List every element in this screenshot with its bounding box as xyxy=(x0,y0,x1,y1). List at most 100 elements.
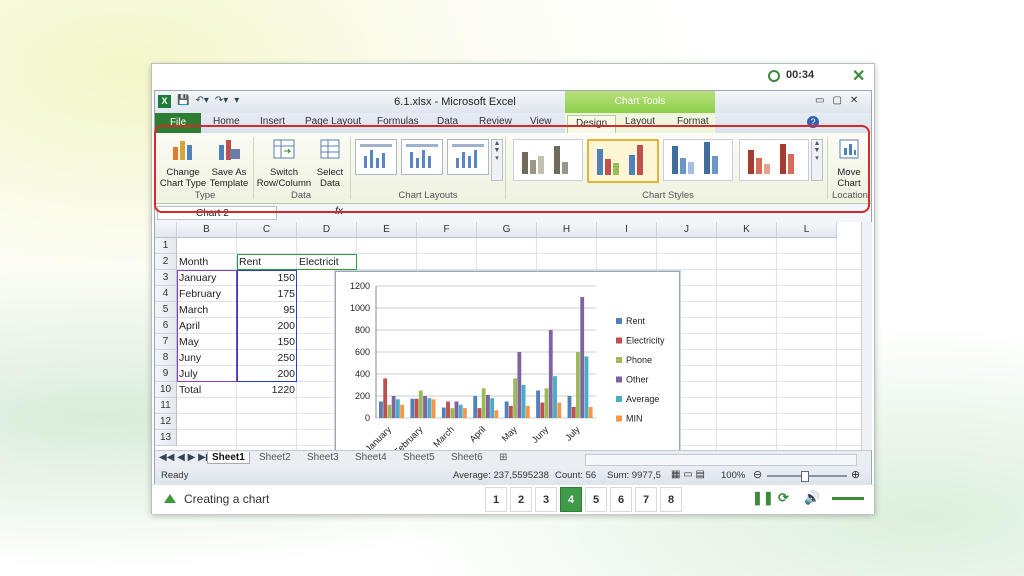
sheet-tab-2[interactable]: Sheet2 xyxy=(259,452,291,463)
column-header-h[interactable]: H xyxy=(537,222,597,238)
row-header-13[interactable]: 13 xyxy=(155,430,177,446)
zoom-in-icon[interactable]: ⊕ xyxy=(851,468,860,481)
x-tick-label: Juny xyxy=(530,424,551,445)
page-8-button[interactable]: 8 xyxy=(660,487,682,512)
column-header-b[interactable]: B xyxy=(177,222,237,238)
page-6-button[interactable]: 6 xyxy=(610,487,632,512)
vertical-scrollbar[interactable] xyxy=(861,222,872,450)
bar-rent-may xyxy=(504,401,509,418)
page-4-button[interactable]: 4 xyxy=(560,487,582,512)
row-header-9[interactable]: 9 xyxy=(155,366,177,382)
legend-swatch-other xyxy=(616,376,622,383)
timer-value: 00:34 xyxy=(786,69,815,81)
bar-rent-january xyxy=(379,401,383,418)
highlight-frame xyxy=(154,125,870,213)
quick-access-toolbar: 💾 ↶▾ ↷▾ ▾ xyxy=(177,95,245,106)
status-ready: Ready xyxy=(161,470,189,481)
insert-sheet-icon[interactable]: ⊞ xyxy=(499,452,507,463)
column-header-f[interactable]: F xyxy=(417,222,477,238)
row-header-2[interactable]: 2 xyxy=(155,254,177,270)
row-header-3[interactable]: 3 xyxy=(155,270,177,286)
y-tick-label: 400 xyxy=(355,369,370,379)
sheet-tab-5[interactable]: Sheet5 xyxy=(403,452,435,463)
redo-icon[interactable]: ↷▾ xyxy=(215,95,228,106)
timer: 00:34 xyxy=(768,69,814,82)
row-header-4[interactable]: 4 xyxy=(155,286,177,302)
bar-average-march xyxy=(458,404,463,418)
column-header-k[interactable]: K xyxy=(717,222,777,238)
select-all-corner[interactable] xyxy=(155,222,177,238)
row-header-6[interactable]: 6 xyxy=(155,318,177,334)
page-1-button[interactable]: 1 xyxy=(485,487,507,512)
bar-rent-february xyxy=(410,398,415,418)
horizontal-scrollbar[interactable] xyxy=(585,454,857,466)
row-header-1[interactable]: 1 xyxy=(155,238,177,254)
bar-other-july xyxy=(580,297,585,418)
sheet-tab-4[interactable]: Sheet4 xyxy=(355,452,387,463)
pause-icon[interactable]: ❚❚ xyxy=(752,490,774,506)
bar-min-january xyxy=(400,404,405,418)
bar-electricity-january xyxy=(383,378,388,418)
replay-icon[interactable]: ⟳ xyxy=(778,490,789,506)
sheet-nav-arrows[interactable]: ◀◀ ◀ ▶ ▶▶ xyxy=(159,452,213,463)
series-name-highlight xyxy=(237,254,357,270)
sheet-tab-6[interactable]: Sheet6 xyxy=(451,452,483,463)
column-header-c[interactable]: C xyxy=(237,222,297,238)
undo-icon[interactable]: ↶▾ xyxy=(195,95,208,106)
status-bar: Ready Average: 237,5595238 Count: 56 Sum… xyxy=(155,467,871,485)
clock-icon xyxy=(768,70,780,82)
volume-icon[interactable]: 🔊 xyxy=(804,490,820,506)
row-header-5[interactable]: 5 xyxy=(155,302,177,318)
column-header-j[interactable]: J xyxy=(657,222,717,238)
y-tick-label: 200 xyxy=(355,391,370,401)
sheet-tab-3[interactable]: Sheet3 xyxy=(307,452,339,463)
lesson-title: Creating a chart xyxy=(164,492,269,506)
volume-slider[interactable] xyxy=(832,497,864,500)
legend-label-other: Other xyxy=(626,375,649,385)
embedded-chart[interactable]: 0 200 400 600 800 1000 1200 January February Marc… xyxy=(335,271,680,471)
cell-c10[interactable]: 1220 xyxy=(239,382,295,398)
row-header-10[interactable]: 10 xyxy=(155,382,177,398)
close-icon[interactable]: ✕ xyxy=(852,66,865,86)
page-2-button[interactable]: 2 xyxy=(510,487,532,512)
page-5-button[interactable]: 5 xyxy=(585,487,607,512)
y-tick-label: 800 xyxy=(355,325,370,335)
cell-b2[interactable]: Month xyxy=(179,254,235,270)
zoom-slider-thumb[interactable] xyxy=(801,471,809,482)
bar-other-juny xyxy=(548,330,553,418)
category-range-highlight xyxy=(177,270,237,382)
bar-average-april xyxy=(490,398,495,418)
zoom-out-icon[interactable]: ⊖ xyxy=(753,468,762,481)
bar-other-march xyxy=(454,401,459,418)
bar-phone-february xyxy=(418,390,423,418)
legend-label-phone: Phone xyxy=(626,355,652,365)
customize-qat-icon[interactable]: ▾ xyxy=(234,95,239,106)
row-header-12[interactable]: 12 xyxy=(155,414,177,430)
legend-swatch-electricity xyxy=(616,337,622,344)
cell-b10[interactable]: Total xyxy=(179,382,235,398)
column-header-g[interactable]: G xyxy=(477,222,537,238)
view-buttons[interactable]: ▦ ▭ ▤ xyxy=(671,469,705,480)
column-header-i[interactable]: I xyxy=(597,222,657,238)
save-icon[interactable]: 💾 xyxy=(177,95,189,106)
window-controls[interactable]: ▭▢✕ xyxy=(815,95,866,106)
bar-electricity-juny xyxy=(540,402,545,418)
bar-other-february xyxy=(423,396,427,418)
sheet-tab-1[interactable]: Sheet1 xyxy=(207,452,250,464)
bar-average-february xyxy=(427,398,432,418)
bar-phone-april xyxy=(481,388,486,418)
bar-other-april xyxy=(486,394,490,418)
excel-title-bar: X 💾 ↶▾ ↷▾ ▾ 6.1.xlsx - Microsoft Excel Char… xyxy=(155,91,871,113)
row-header-7[interactable]: 7 xyxy=(155,334,177,350)
column-header-l[interactable]: L xyxy=(777,222,837,238)
page-7-button[interactable]: 7 xyxy=(635,487,657,512)
row-header-11[interactable]: 11 xyxy=(155,398,177,414)
column-header-e[interactable]: E xyxy=(357,222,417,238)
sheet-tabs-bar: ◀◀ ◀ ▶ ▶▶ Sheet1 Sheet2 Sheet3 Sheet4 Sh… xyxy=(155,450,871,468)
row-header-8[interactable]: 8 xyxy=(155,350,177,366)
page-3-button[interactable]: 3 xyxy=(535,487,557,512)
column-header-d[interactable]: D xyxy=(297,222,357,238)
bar-min-april xyxy=(494,410,499,418)
bar-average-juny xyxy=(553,376,557,418)
chart-tools-label: Chart Tools xyxy=(565,91,715,113)
